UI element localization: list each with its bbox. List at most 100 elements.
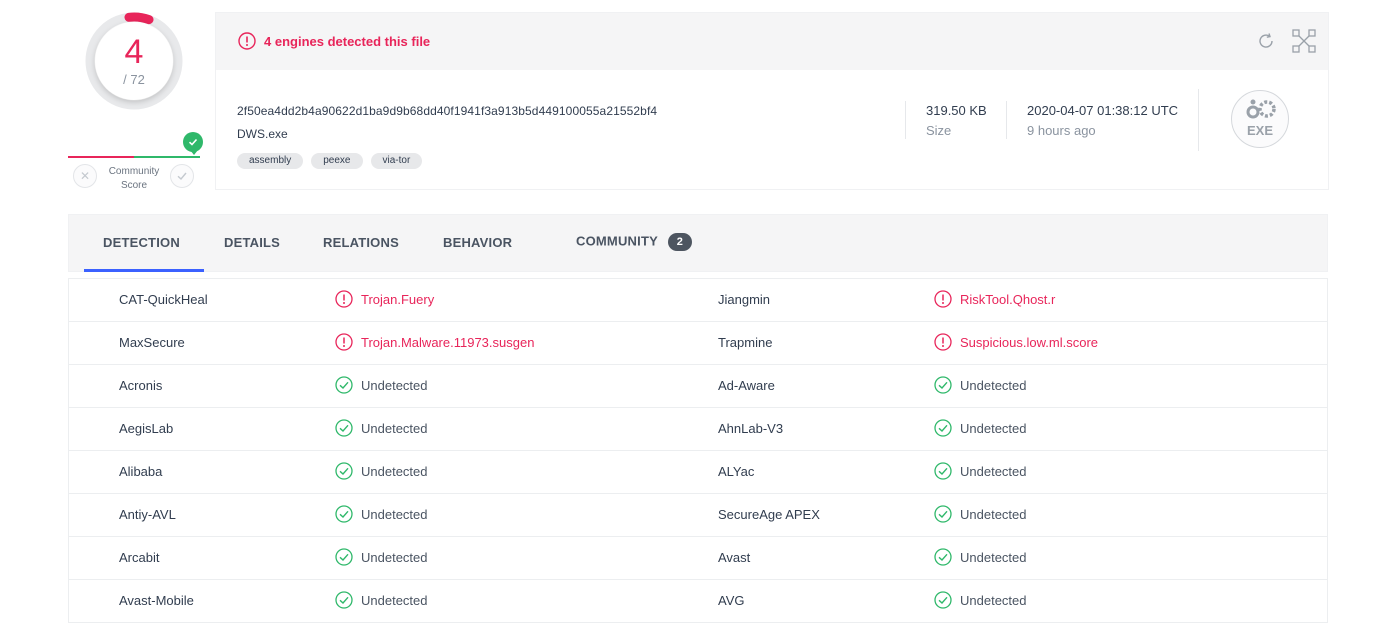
check-circle-icon: [934, 505, 952, 523]
check-circle-icon: [934, 376, 952, 394]
divider: [1006, 101, 1007, 139]
total-engines: / 72: [123, 72, 145, 87]
tag-assembly[interactable]: assembly: [237, 153, 304, 169]
engine-name: AVG: [718, 593, 745, 608]
engine-name: MaxSecure: [119, 335, 185, 350]
detection-result-text: Trojan.Fuery: [361, 291, 435, 307]
community-score-marker-icon: [183, 132, 203, 152]
tab-community[interactable]: COMMUNITY 2: [576, 233, 692, 251]
analysis-date-relative: 9 hours ago: [1027, 123, 1096, 138]
check-circle-icon: [934, 548, 952, 566]
tab-relations[interactable]: RELATIONS: [323, 235, 399, 250]
community-count-badge: 2: [667, 233, 692, 251]
detection-result: Undetected: [335, 591, 428, 609]
detection-result: Undetected: [934, 419, 1027, 437]
engine-name: Trapmine: [718, 335, 773, 350]
detection-result-text: Trojan.Malware.11973.susgen: [361, 334, 535, 350]
table-row: Acronis Undetected Ad-Aware Undetected: [69, 365, 1327, 408]
detection-result-text: Undetected: [960, 377, 1027, 393]
tab-behavior[interactable]: BEHAVIOR: [443, 235, 512, 250]
table-row: Antiy-AVL Undetected SecureAge APEX Undetec…: [69, 494, 1327, 537]
alert-icon: [934, 333, 952, 351]
detection-result-text: Undetected: [361, 377, 428, 393]
detection-result-text: Undetected: [361, 549, 428, 565]
reload-icon: [1259, 33, 1273, 48]
tag-peexe[interactable]: peexe: [311, 153, 363, 169]
engine-name: Arcabit: [119, 550, 160, 565]
report-tabs: DETECTION DETAILS RELATIONS BEHAVIOR COM…: [68, 214, 1328, 272]
detection-result: Undetected: [934, 591, 1027, 609]
tab-details[interactable]: DETAILS: [224, 235, 280, 250]
tab-detection[interactable]: DETECTION: [103, 235, 180, 250]
detection-result: Undetected: [934, 376, 1027, 394]
detection-result: Trojan.Fuery: [335, 290, 434, 308]
check-circle-icon: [934, 462, 952, 480]
check-icon: [177, 172, 187, 181]
detection-result-text: Undetected: [361, 463, 428, 479]
downvote-button[interactable]: ✕: [73, 164, 97, 188]
table-row: Alibaba Undetected ALYac Undetected: [69, 451, 1327, 494]
detection-score-gauge: 4 / 72: [85, 12, 183, 110]
check-circle-icon: [335, 462, 353, 480]
file-size-value: 319.50 KB: [926, 103, 987, 118]
engine-name: AegisLab: [119, 421, 174, 436]
check-circle-icon: [934, 419, 952, 437]
detection-result-text: Undetected: [960, 420, 1027, 436]
community-score-negative-bar: [68, 156, 134, 158]
detection-result-text: Undetected: [960, 592, 1027, 608]
gears-icon: [1246, 99, 1276, 119]
detection-result-text: Undetected: [960, 463, 1027, 479]
detection-result: Undetected: [934, 548, 1027, 566]
engine-name: CAT-QuickHeal: [119, 292, 208, 307]
detection-table: CAT-QuickHeal Trojan.Fuery Jiangmin RiskToo…: [68, 278, 1328, 623]
score-center: 4 / 72: [95, 22, 173, 100]
tag-via-tor[interactable]: via-tor: [370, 153, 423, 169]
detection-result: Undetected: [335, 376, 428, 394]
detection-result: Undetected: [335, 505, 428, 523]
detection-result: Undetected: [335, 462, 428, 480]
table-row: Arcabit Undetected Avast Undetected: [69, 537, 1327, 580]
detected-count: 4: [124, 33, 144, 71]
detection-result: Suspicious.low.ml.score: [934, 333, 1098, 351]
detection-result: Undetected: [934, 462, 1027, 480]
detection-result: RiskTool.Qhost.r: [934, 290, 1055, 308]
community-score-label: Community Score: [108, 166, 160, 191]
engine-name: Acronis: [119, 378, 163, 393]
alert-icon: [335, 290, 353, 308]
check-circle-icon: [335, 376, 353, 394]
detection-alert-bar: 4 engines detected this file: [216, 13, 1328, 70]
exe-file-type-icon: EXE: [1231, 90, 1289, 148]
file-hash[interactable]: 2f50ea4dd2b4a90622d1ba9d9b68dd40f1941f3a…: [237, 104, 657, 118]
detection-result-text: Undetected: [361, 420, 428, 436]
engine-name: AhnLab-V3: [718, 421, 784, 436]
detection-result-text: Undetected: [361, 592, 428, 608]
detection-result-text: Undetected: [960, 549, 1027, 565]
alert-icon: [238, 32, 256, 50]
check-circle-icon: [335, 505, 353, 523]
file-tags: assembly peexe via-tor: [237, 153, 423, 169]
analysis-date-value: 2020-04-07 01:38:12 UTC: [1027, 103, 1179, 118]
detection-alert: 4 engines detected this file: [238, 32, 430, 50]
upvote-button[interactable]: [170, 164, 194, 188]
file-type-label: EXE: [1246, 123, 1273, 138]
detection-result: Trojan.Malware.11973.susgen: [335, 333, 534, 351]
engine-name: Jiangmin: [718, 292, 771, 307]
active-tab-indicator: [84, 269, 204, 272]
engine-name: Avast-Mobile: [119, 593, 194, 608]
close-icon: ✕: [79, 169, 91, 183]
file-name: DWS.exe: [237, 127, 288, 141]
engine-name: SecureAge APEX: [718, 507, 820, 522]
reanalyze-button[interactable]: [1256, 31, 1276, 56]
engine-name: Antiy-AVL: [119, 507, 176, 522]
alert-icon: [335, 333, 353, 351]
table-row: AegisLab Undetected AhnLab-V3 Undetected: [69, 408, 1327, 451]
engine-name: ALYac: [718, 464, 755, 479]
graph-view-icon: [1292, 29, 1316, 53]
detection-result-text: Undetected: [361, 506, 428, 522]
similar-files-button[interactable]: [1292, 29, 1316, 58]
table-row: MaxSecure Trojan.Malware.11973.susgen Trap…: [69, 322, 1327, 365]
tab-community-label: COMMUNITY: [576, 233, 658, 249]
file-summary-panel: 4 engines detected this file 2f50ea4dd2b…: [215, 12, 1329, 190]
table-row: CAT-QuickHeal Trojan.Fuery Jiangmin RiskToo…: [69, 279, 1327, 322]
alert-text: 4 engines detected this file: [264, 33, 431, 49]
